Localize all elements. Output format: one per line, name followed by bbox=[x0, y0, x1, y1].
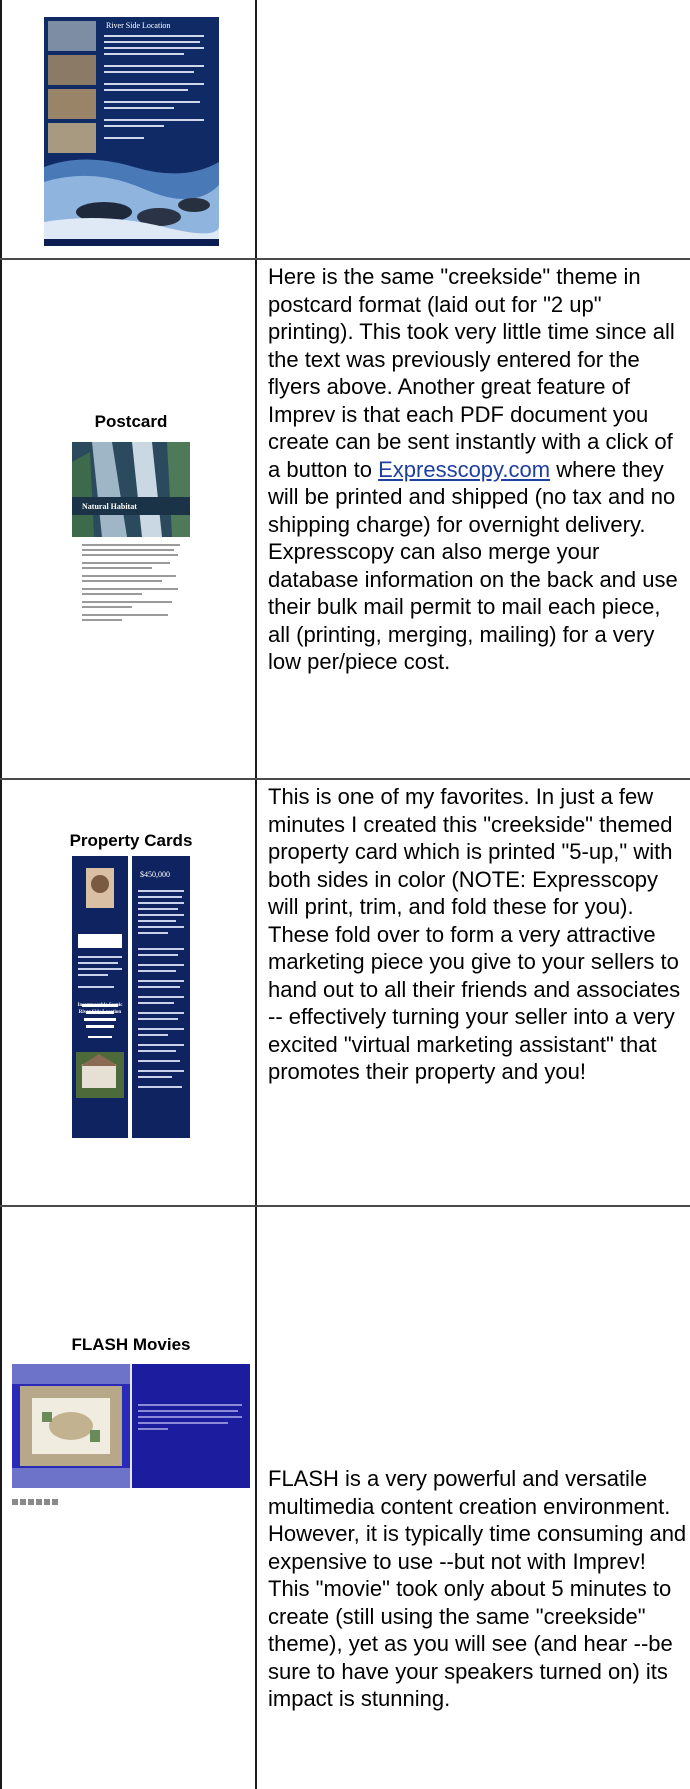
row-divider bbox=[0, 258, 690, 260]
flash-movies-description: FLASH is a very powerful and versatile m… bbox=[268, 1466, 687, 1711]
row-divider bbox=[0, 1205, 690, 1207]
flyer-artwork bbox=[44, 17, 219, 246]
table-column-divider bbox=[255, 0, 257, 1789]
postcard-label: Postcard bbox=[94, 412, 168, 431]
postcard-thumbnail: Natural Habitat bbox=[72, 442, 190, 652]
flash-movie-thumbnail bbox=[12, 1364, 250, 1488]
postcard-heading: Natural Habitat bbox=[82, 502, 137, 511]
flyer-thumbnail: River Side Location bbox=[44, 17, 219, 246]
playback-controls-icon bbox=[12, 1499, 58, 1505]
postcard-description: Here is the same "creekside" theme in po… bbox=[268, 264, 678, 674]
row-divider bbox=[0, 778, 690, 780]
property-card-price: $450,000 bbox=[140, 870, 170, 879]
flash-movies-label: FLASH Movies bbox=[71, 1335, 191, 1354]
property-card-thumbnail: $450,000 Incomparable Scenic River Side … bbox=[72, 856, 190, 1138]
property-cards-label: Property Cards bbox=[69, 831, 193, 850]
flash-player-controls[interactable] bbox=[12, 1492, 60, 1505]
expresscopy-link[interactable]: Expresscopy.com bbox=[378, 457, 550, 482]
property-card-artwork bbox=[72, 856, 190, 1138]
property-card-heading: Incomparable Scenic River Side Location bbox=[77, 1003, 123, 1015]
flyer-heading: River Side Location bbox=[106, 21, 171, 30]
postcard-artwork bbox=[72, 442, 190, 621]
table-border-left bbox=[0, 0, 2, 1789]
property-cards-description: This is one of my favorites. In just a f… bbox=[268, 784, 681, 1084]
flash-movie-artwork bbox=[12, 1364, 250, 1488]
